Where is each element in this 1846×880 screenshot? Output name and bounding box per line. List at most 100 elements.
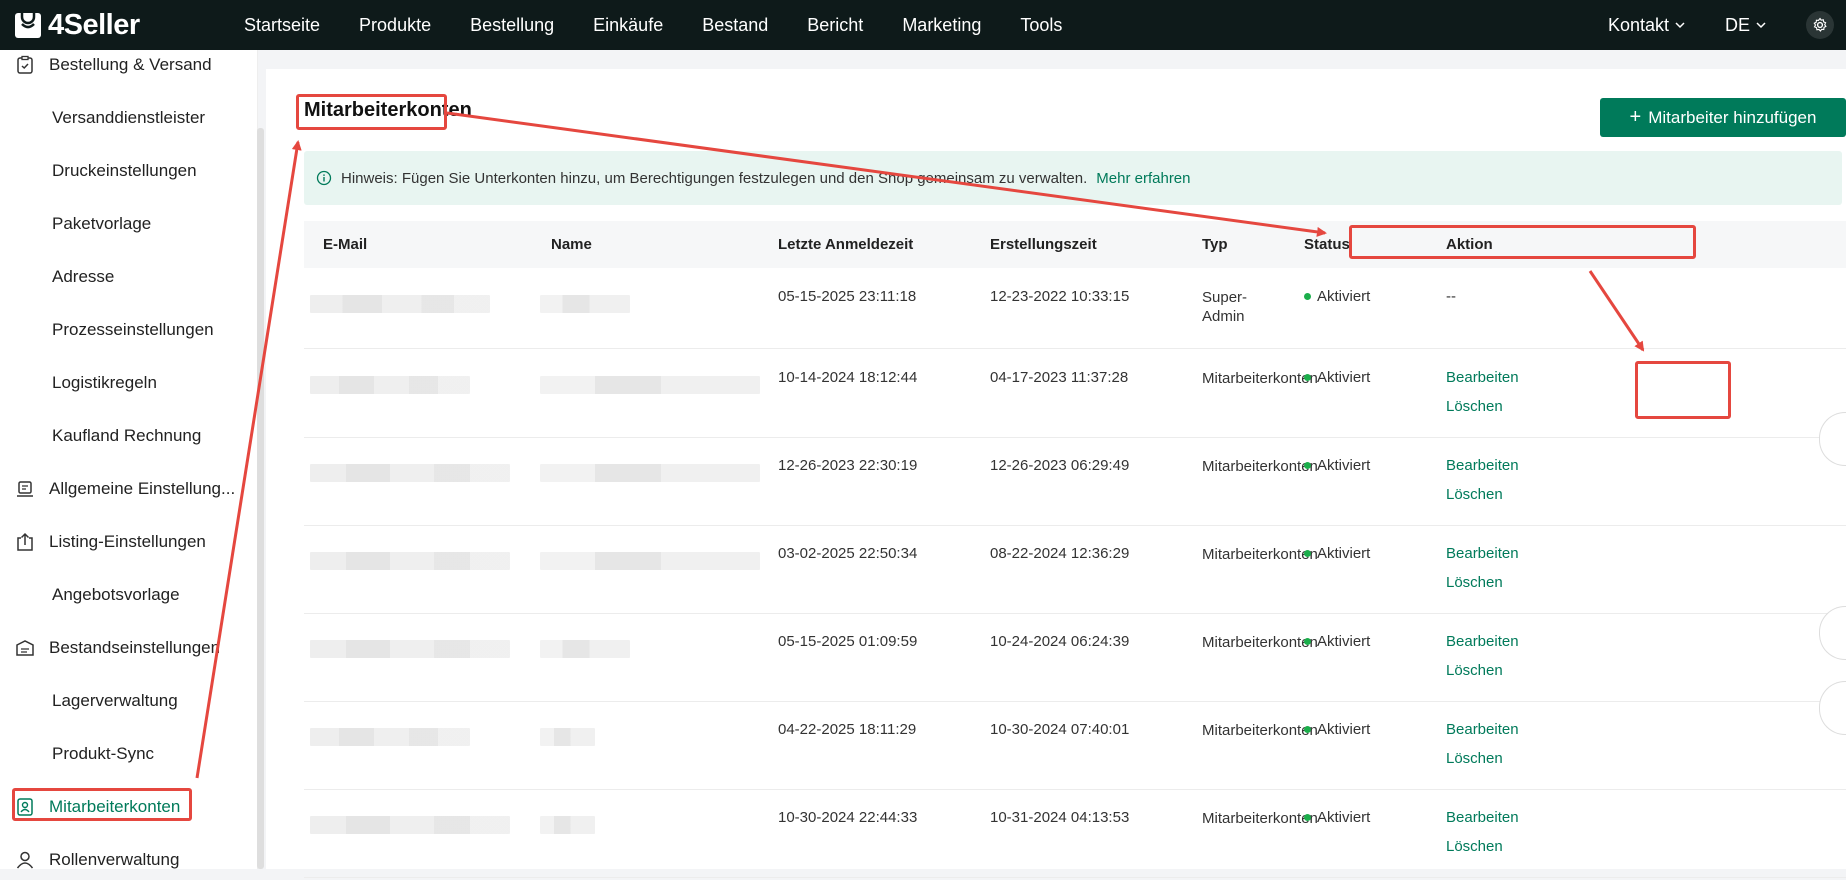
sidebar-item-lagerverwaltung[interactable]: Lagerverwaltung bbox=[52, 681, 178, 721]
column-header: E-Mail bbox=[323, 236, 368, 253]
sidebar-item-kaufland-rechnung[interactable]: Kaufland Rechnung bbox=[52, 416, 201, 456]
sidebar-item-bestellung-versand[interactable]: Bestellung & Versand bbox=[14, 45, 212, 85]
sidebar-item-rollenverwaltung[interactable]: Rollenverwaltung bbox=[14, 840, 179, 880]
row-actions: Bearbeiten Löschen bbox=[1446, 803, 1519, 861]
status-label: Aktiviert bbox=[1317, 721, 1371, 738]
nav-item-tools[interactable]: Tools bbox=[1020, 15, 1062, 36]
sidebar-item-label: Listing-Einstellungen bbox=[49, 532, 206, 551]
sidebar-item-versanddienstleister[interactable]: Versanddienstleister bbox=[52, 98, 205, 138]
delete-link[interactable]: Löschen bbox=[1446, 480, 1519, 509]
created-time: 10-24-2024 06:24:39 bbox=[990, 633, 1130, 650]
account-type: Mitarbeiterkonten bbox=[1202, 370, 1318, 387]
plus-icon: + bbox=[1629, 106, 1642, 128]
edit-link[interactable]: Bearbeiten bbox=[1446, 803, 1519, 832]
table-row: 10-30-2024 22:44:33 10-31-2024 04:13:53 Mi… bbox=[304, 789, 1846, 878]
name-redacted bbox=[540, 816, 595, 834]
status-dot bbox=[1304, 292, 1311, 300]
logo[interactable]: 4Seller bbox=[12, 9, 222, 42]
add-employee-button[interactable]: + Mitarbeiter hinzufügen bbox=[1600, 98, 1846, 137]
status-dot bbox=[1304, 637, 1311, 645]
sidebar-item-logistikregeln[interactable]: Logistikregeln bbox=[52, 363, 157, 403]
no-action: -- bbox=[1446, 288, 1456, 305]
action-highlight-box bbox=[1635, 361, 1731, 419]
delete-link[interactable]: Löschen bbox=[1446, 568, 1519, 597]
nav-item-einkäufe[interactable]: Einkäufe bbox=[593, 15, 663, 36]
email-redacted bbox=[310, 552, 510, 570]
sidebar-item-adresse[interactable]: Adresse bbox=[52, 257, 114, 297]
table-row: 10-14-2024 18:12:44 04-17-2023 11:37:28 Mi… bbox=[304, 349, 1846, 438]
sidebar-item-label: Adresse bbox=[52, 267, 115, 286]
status-label: Aktiviert bbox=[1317, 809, 1371, 826]
status-dot bbox=[1304, 549, 1311, 557]
last-login-time: 10-14-2024 18:12:44 bbox=[778, 369, 918, 386]
edit-link[interactable]: Bearbeiten bbox=[1446, 715, 1519, 744]
name-redacted bbox=[540, 552, 760, 570]
status-dot bbox=[1304, 461, 1311, 469]
contact-dropdown[interactable]: Kontakt bbox=[1608, 15, 1685, 36]
user-icon bbox=[14, 849, 36, 871]
email-redacted bbox=[310, 376, 470, 394]
contact-label: Kontakt bbox=[1607, 14, 1669, 35]
nav-item-marketing[interactable]: Marketing bbox=[902, 15, 981, 36]
last-login-time: 03-02-2025 22:50:34 bbox=[778, 545, 918, 562]
delete-link[interactable]: Löschen bbox=[1446, 392, 1519, 421]
clipboard-check-icon bbox=[14, 54, 36, 76]
language-label: DE bbox=[1724, 14, 1750, 35]
sidebar-item-label: Rollenverwaltung bbox=[49, 850, 180, 869]
row-actions: Bearbeiten Löschen bbox=[1446, 451, 1519, 509]
status-label: Aktiviert bbox=[1317, 288, 1371, 305]
sidebar-item-bestandseinstellungen[interactable]: Bestandseinstellungen bbox=[14, 628, 220, 668]
status-label: Aktiviert bbox=[1317, 369, 1371, 386]
status-badge: Aktiviert bbox=[1304, 457, 1370, 474]
delete-link[interactable]: Löschen bbox=[1446, 656, 1519, 685]
nav-item-bestand[interactable]: Bestand bbox=[702, 15, 768, 36]
status-label: Aktiviert bbox=[1317, 633, 1371, 650]
edit-link[interactable]: Bearbeiten bbox=[1446, 451, 1519, 480]
nav-item-bestellung[interactable]: Bestellung bbox=[470, 15, 554, 36]
sidebar-scrollbar[interactable] bbox=[257, 128, 264, 869]
settings-button[interactable] bbox=[1806, 11, 1834, 39]
column-header: Letzte Anmeldezeit bbox=[778, 236, 914, 253]
created-time: 08-22-2024 12:36:29 bbox=[990, 545, 1130, 562]
main-nav: Startseite Produkte Bestellung Einkäufe Best… bbox=[244, 15, 1101, 36]
name-redacted bbox=[540, 295, 630, 313]
table-row: 04-22-2025 18:11:29 10-30-2024 07:40:01 Mi… bbox=[304, 701, 1846, 790]
inventory-icon bbox=[14, 637, 36, 659]
email-redacted bbox=[310, 728, 470, 746]
account-type: Super-Admin bbox=[1202, 289, 1248, 325]
delete-link[interactable]: Löschen bbox=[1446, 832, 1519, 861]
account-type: Mitarbeiterkonten bbox=[1202, 458, 1318, 475]
row-actions: Bearbeiten Löschen bbox=[1446, 627, 1519, 685]
column-header: Typ bbox=[1202, 236, 1228, 253]
nav-item-startseite[interactable]: Startseite bbox=[244, 15, 320, 36]
email-redacted bbox=[310, 640, 510, 658]
email-redacted bbox=[310, 295, 490, 313]
sidebar-item-label: Bestandseinstellungen bbox=[49, 638, 221, 657]
status-label: Aktiviert bbox=[1317, 545, 1371, 562]
sidebar-item-angebotsvorlage[interactable]: Angebotsvorlage bbox=[52, 575, 180, 615]
edit-link[interactable]: Bearbeiten bbox=[1446, 539, 1519, 568]
info-notice: Hinweis: Fügen Sie Unterkonten hinzu, um… bbox=[304, 151, 1842, 205]
sidebar-item-produkt-sync[interactable]: Produkt-Sync bbox=[52, 734, 154, 774]
nav-item-produkte[interactable]: Produkte bbox=[359, 15, 431, 36]
top-navigation-bar: 4Seller Startseite Produkte Bestellung Eink… bbox=[0, 0, 1846, 50]
status-badge: Aktiviert bbox=[1304, 288, 1370, 305]
table-row: 05-15-2025 23:11:18 12-23-2022 10:33:15 Su… bbox=[304, 268, 1846, 349]
delete-link[interactable]: Löschen bbox=[1446, 744, 1519, 773]
column-header: Erstellungszeit bbox=[990, 236, 1097, 253]
language-dropdown[interactable]: DE bbox=[1725, 15, 1766, 36]
row-actions: Bearbeiten Löschen bbox=[1446, 539, 1519, 597]
add-employee-label: Mitarbeiter hinzufügen bbox=[1648, 107, 1817, 127]
edit-link[interactable]: Bearbeiten bbox=[1446, 363, 1519, 392]
nav-item-bericht[interactable]: Bericht bbox=[807, 15, 863, 36]
learn-more-link[interactable]: Mehr erfahren bbox=[1096, 170, 1190, 187]
sidebar-item-listing-einstellungen[interactable]: Listing-Einstellungen bbox=[14, 522, 206, 562]
sidebar-item-label: Angebotsvorlage bbox=[52, 585, 180, 604]
edit-link[interactable]: Bearbeiten bbox=[1446, 627, 1519, 656]
table-row: 05-15-2025 01:09:59 10-24-2024 06:24:39 Mi… bbox=[304, 613, 1846, 702]
sidebar-item-druckeinstellungen[interactable]: Druckeinstellungen bbox=[52, 151, 197, 191]
sidebar-item-prozesseinstellungen[interactable]: Prozesseinstellungen bbox=[52, 310, 214, 350]
last-login-time: 04-22-2025 18:11:29 bbox=[778, 721, 917, 738]
sidebar-item-allgemeine-einstellung[interactable]: Allgemeine Einstellung... bbox=[14, 469, 235, 509]
sidebar-item-paketvorlage[interactable]: Paketvorlage bbox=[52, 204, 151, 244]
